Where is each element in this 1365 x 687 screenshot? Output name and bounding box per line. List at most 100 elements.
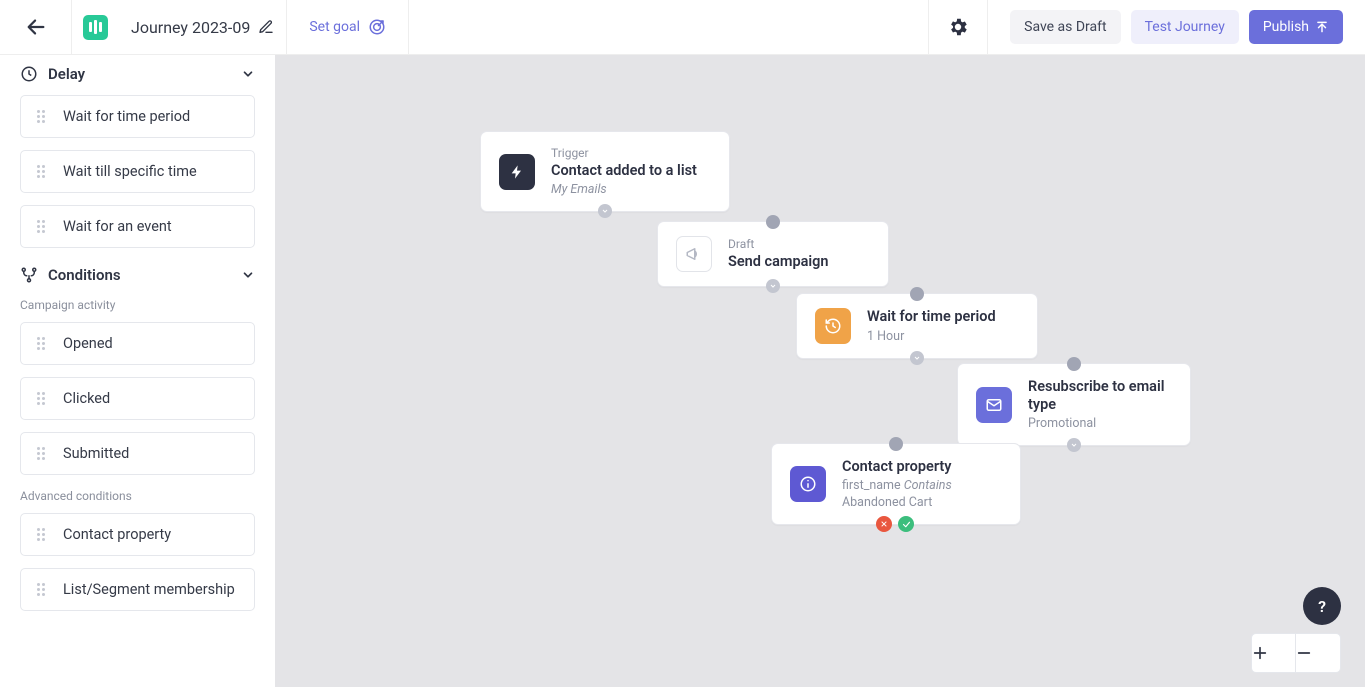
node-title: Send campaign — [728, 253, 829, 271]
zoom-controls — [1251, 633, 1341, 673]
zoom-out-button[interactable] — [1296, 634, 1340, 672]
target-icon — [368, 18, 386, 36]
block-label: Contact property — [63, 526, 171, 543]
block-label: Opened — [63, 335, 113, 352]
arrow-left-icon — [25, 16, 47, 38]
node-title: Contact property — [842, 458, 952, 476]
publish-icon — [1315, 20, 1329, 34]
drag-icon — [35, 583, 47, 596]
lightning-icon — [499, 154, 535, 190]
node-trigger[interactable]: Trigger Contact added to a list My Email… — [480, 131, 730, 212]
drag-icon — [35, 528, 47, 541]
connector-in[interactable] — [910, 287, 924, 301]
branch-false-icon[interactable] — [876, 516, 892, 532]
node-sub: Promotional — [1028, 416, 1172, 431]
publish-label: Publish — [1263, 19, 1309, 35]
set-goal-label: Set goal — [309, 19, 360, 35]
node-sub: My Emails — [551, 182, 697, 197]
plus-icon — [1252, 645, 1268, 661]
block-label: Wait for time period — [63, 108, 190, 125]
set-goal-button[interactable]: Set goal — [287, 0, 409, 54]
section-conditions-label: Conditions — [48, 266, 121, 284]
block-list-membership[interactable]: List/Segment membership — [20, 568, 255, 611]
drag-icon — [35, 447, 47, 460]
branch-true-icon[interactable] — [898, 516, 914, 532]
clock-icon — [20, 65, 38, 83]
app-logo-icon — [83, 15, 108, 40]
node-body: Contact property first_name Contains Aba… — [842, 458, 952, 510]
sidebar: Delay Wait for time period Wait till spe… — [0, 55, 275, 687]
chevron-down-icon — [241, 67, 255, 81]
test-journey-button[interactable]: Test Journey — [1131, 10, 1239, 44]
drag-icon — [35, 392, 47, 405]
drag-icon — [35, 220, 47, 233]
block-contact-property[interactable]: Contact property — [20, 513, 255, 556]
node-contact-property[interactable]: Contact property first_name Contains Aba… — [771, 443, 1021, 525]
pencil-icon — [258, 19, 274, 35]
block-label: Submitted — [63, 445, 129, 462]
drag-icon — [35, 110, 47, 123]
node-send-campaign[interactable]: Draft Send campaign — [657, 221, 889, 287]
node-body: Resubscribe to email type Promotional — [1028, 378, 1172, 431]
settings-button[interactable] — [928, 0, 988, 54]
help-button[interactable]: ? — [1303, 587, 1341, 625]
block-label: Clicked — [63, 390, 110, 407]
block-wait-event[interactable]: Wait for an event — [20, 205, 255, 248]
node-sub2: Abandoned Cart — [842, 495, 952, 510]
canvas[interactable]: Trigger Contact added to a list My Email… — [275, 55, 1365, 687]
info-icon — [790, 466, 826, 502]
node-resubscribe[interactable]: Resubscribe to email type Promotional — [957, 363, 1191, 446]
save-draft-button[interactable]: Save as Draft — [1010, 10, 1120, 44]
back-button[interactable] — [0, 0, 72, 54]
node-title: Resubscribe to email type — [1028, 378, 1172, 414]
section-delay-label: Delay — [48, 65, 85, 83]
block-label: List/Segment membership — [63, 581, 235, 598]
connector-out[interactable] — [1067, 438, 1081, 452]
megaphone-icon — [676, 236, 712, 272]
node-sub: first_name Contains — [842, 478, 952, 493]
block-submitted[interactable]: Submitted — [20, 432, 255, 475]
connector-out[interactable] — [766, 279, 780, 293]
block-label: Wait for an event — [63, 218, 172, 235]
minus-icon — [1296, 645, 1312, 661]
journey-title: Journey 2023-09 — [131, 18, 250, 37]
node-title: Contact added to a list — [551, 162, 697, 180]
chevron-down-icon — [241, 268, 255, 282]
connector-out[interactable] — [598, 204, 612, 218]
connector-in[interactable] — [766, 215, 780, 229]
block-opened[interactable]: Opened — [20, 322, 255, 365]
title-wrap[interactable]: Journey 2023-09 — [119, 0, 287, 54]
connector-in[interactable] — [889, 437, 903, 451]
section-delay[interactable]: Delay — [20, 65, 255, 83]
logo-cell — [72, 15, 119, 40]
branch-icon — [20, 266, 38, 284]
history-icon — [815, 308, 851, 344]
zoom-in-button[interactable] — [1252, 634, 1296, 672]
node-tag: Trigger — [551, 146, 697, 160]
header-left: Journey 2023-09 Set goal — [0, 0, 409, 54]
header-right: Save as Draft Test Journey Publish — [928, 0, 1365, 54]
block-wait-time-period[interactable]: Wait for time period — [20, 95, 255, 138]
section-conditions[interactable]: Conditions — [20, 266, 255, 284]
node-body: Draft Send campaign — [728, 237, 829, 271]
connector-in[interactable] — [1067, 357, 1081, 371]
connector-out[interactable] — [910, 351, 924, 365]
sub-advanced: Advanced conditions — [20, 489, 255, 503]
node-sub: 1 Hour — [867, 329, 996, 344]
publish-button[interactable]: Publish — [1249, 10, 1343, 44]
header: Journey 2023-09 Set goal Save as Draft T… — [0, 0, 1365, 55]
node-tag: Draft — [728, 237, 829, 251]
mail-icon — [976, 387, 1012, 423]
gear-icon — [947, 16, 969, 38]
drag-icon — [35, 165, 47, 178]
drag-icon — [35, 337, 47, 350]
block-wait-specific-time[interactable]: Wait till specific time — [20, 150, 255, 193]
block-label: Wait till specific time — [63, 163, 197, 180]
node-title: Wait for time period — [867, 308, 996, 326]
help-label: ? — [1318, 597, 1326, 616]
sub-campaign-activity: Campaign activity — [20, 298, 255, 312]
node-wait-time[interactable]: Wait for time period 1 Hour — [796, 293, 1038, 359]
node-body: Trigger Contact added to a list My Email… — [551, 146, 697, 197]
block-clicked[interactable]: Clicked — [20, 377, 255, 420]
node-body: Wait for time period 1 Hour — [867, 308, 996, 343]
